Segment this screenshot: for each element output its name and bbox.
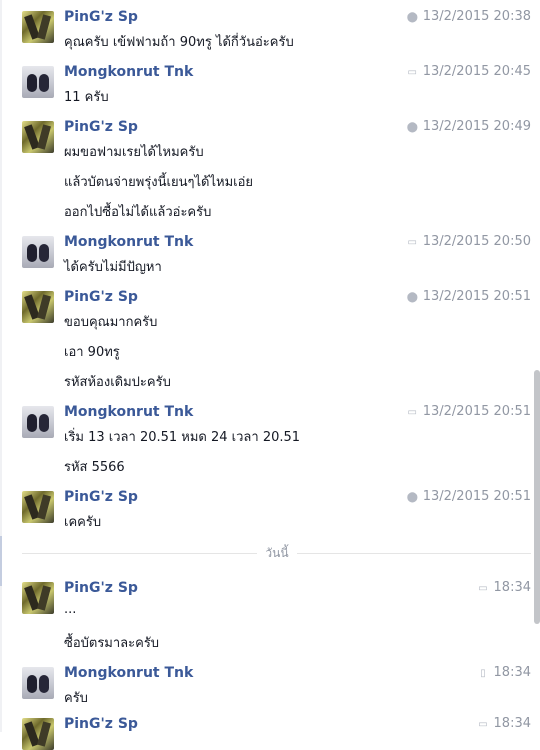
chat-bubble-icon: ▭ <box>478 719 488 730</box>
avatar[interactable] <box>22 66 54 98</box>
timestamp-text: 13/2/2015 20:45 <box>422 64 531 79</box>
avatar[interactable] <box>22 491 54 523</box>
sender-name[interactable]: PinG'z Sp <box>64 9 138 25</box>
avatar[interactable] <box>22 121 54 153</box>
divider-rule-right <box>297 553 531 554</box>
message-text: ซื้อบัตรมาละครับ <box>64 636 160 651</box>
message-text: ได้ครับไม่มีปัญหา <box>64 260 162 275</box>
avatar[interactable] <box>22 718 54 750</box>
message-timestamp: ▭ 13/2/2015 20:51 <box>407 404 532 419</box>
sender-name[interactable]: PinG'z Sp <box>64 489 138 505</box>
timestamp-text: 13/2/2015 20:51 <box>422 289 531 304</box>
location-pin-icon: ⬤ <box>406 292 418 303</box>
chat-bubble-icon: ▭ <box>407 237 417 248</box>
message-text: รหัสห้องเดิมปะครับ <box>64 375 171 390</box>
message-text: รหัส 5566 <box>64 460 125 475</box>
timestamp-text: 18:34 <box>493 716 531 731</box>
message-text: ครับ <box>64 691 88 706</box>
timestamp-text: 18:34 <box>493 580 531 595</box>
message-text: 11 ครับ <box>64 90 109 105</box>
sender-name[interactable]: Mongkonrut Tnk <box>64 234 193 250</box>
chat-bubble-icon: ▭ <box>407 67 417 78</box>
timestamp-text: 18:34 <box>493 665 531 680</box>
sender-name[interactable]: PinG'z Sp <box>64 716 138 732</box>
timestamp-text: 13/2/2015 20:49 <box>422 119 531 134</box>
avatar[interactable] <box>22 406 54 438</box>
message-text: แล้วบัตนจ่ายพรุ่งนี้เยนๆได้ไหมเอ่ย <box>64 175 254 190</box>
message-timestamp: ⬤ 13/2/2015 20:51 <box>407 289 531 304</box>
sender-name[interactable]: Mongkonrut Tnk <box>64 64 193 80</box>
divider-rule-left <box>22 553 257 554</box>
divider-label: วันนี้ <box>265 546 289 560</box>
timestamp-text: 13/2/2015 20:51 <box>422 404 531 419</box>
timestamp-text: 13/2/2015 20:50 <box>422 234 531 249</box>
chat-bubble-icon: ▭ <box>478 583 488 594</box>
sender-name[interactable]: PinG'z Sp <box>64 289 138 305</box>
mobile-phone-icon: ▯ <box>480 668 486 679</box>
message-timestamp: ⬤ 13/2/2015 20:51 <box>407 489 531 504</box>
sender-name[interactable]: PinG'z Sp <box>64 119 138 135</box>
message-text: ... <box>64 602 77 617</box>
avatar[interactable] <box>22 236 54 268</box>
location-pin-icon: ⬤ <box>406 122 418 133</box>
message-text: ขอบคุณมากครับ <box>64 315 158 330</box>
avatar[interactable] <box>22 667 54 699</box>
message-timestamp: ▭ 13/2/2015 20:50 <box>407 234 532 249</box>
avatar[interactable] <box>22 582 54 614</box>
message-timestamp: ⬤ 13/2/2015 20:38 <box>407 9 531 24</box>
left-selection-marker <box>0 536 2 586</box>
location-pin-icon: ⬤ <box>406 12 418 23</box>
left-border <box>0 0 2 732</box>
sender-name[interactable]: Mongkonrut Tnk <box>64 665 193 681</box>
scrollbar-thumb[interactable] <box>534 370 540 624</box>
avatar[interactable] <box>22 11 54 43</box>
location-pin-icon: ⬤ <box>406 492 418 503</box>
message-timestamp: ▭ 18:34 <box>478 716 531 731</box>
message-text: เคครับ <box>64 515 102 530</box>
message-text: เริ่ม 13 เวลา 20.51 หมด 24 เวลา 20.51 <box>64 430 301 445</box>
chat-bubble-icon: ▭ <box>407 407 417 418</box>
sender-name[interactable]: Mongkonrut Tnk <box>64 404 193 420</box>
message-timestamp: ▭ 13/2/2015 20:45 <box>407 64 532 79</box>
message-timestamp: ⬤ 13/2/2015 20:49 <box>407 119 531 134</box>
timestamp-text: 13/2/2015 20:38 <box>422 9 531 24</box>
sender-name[interactable]: PinG'z Sp <box>64 580 138 596</box>
message-text: คุณครับ เข้ฟฟามถ้า 90ทรู ได้กี่วันอ่ะครั… <box>64 35 294 50</box>
date-divider: วันนี้ <box>22 544 531 562</box>
message-timestamp: ▭ 18:34 <box>478 580 531 595</box>
timestamp-text: 13/2/2015 20:51 <box>422 489 531 504</box>
avatar[interactable] <box>22 291 54 323</box>
message-text: เอา 90ทรู <box>64 345 120 360</box>
message-timestamp: ▯ 18:34 <box>478 665 531 680</box>
message-text: ผมขอฟามเรยได้ไหมครับ <box>64 145 204 160</box>
message-text: ออกไปซื้อไม่ได้แล้วอ่ะครับ <box>64 205 212 220</box>
